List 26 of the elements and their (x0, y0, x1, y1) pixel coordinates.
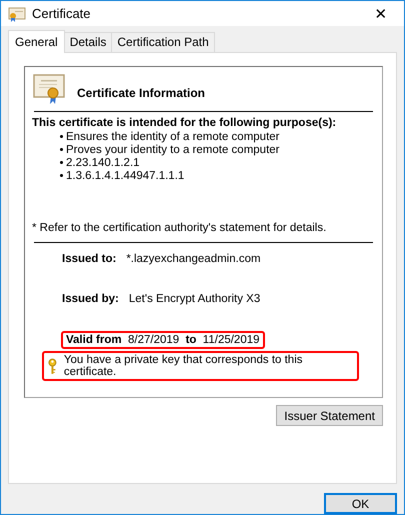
certificate-icon (33, 74, 65, 104)
purpose-item: Ensures the identity of a remote computer (66, 130, 280, 142)
bullet-icon (60, 148, 63, 151)
ok-button[interactable]: OK (324, 493, 397, 514)
note-text: * Refer to the certification authority's statement for details. (32, 222, 328, 234)
bullet-icon (60, 161, 63, 164)
issued-by-label: Issued by: (62, 293, 119, 305)
issued-to-label: Issued to: (62, 253, 116, 265)
purpose-item: Proves your identity to a remote computer (66, 144, 280, 156)
certificate-icon (8, 6, 26, 22)
issuer-statement-button[interactable]: Issuer Statement (276, 405, 383, 426)
close-button[interactable]: ✕ (358, 4, 404, 22)
purpose-item: 2.23.140.1.2.1 (66, 156, 140, 168)
info-title: Certificate Information (77, 85, 206, 100)
private-key-text: You have a private key that corresponds to this certificate. (64, 354, 304, 378)
purpose-heading: This certificate is intended for the following purpose(s): (32, 117, 338, 129)
key-icon (48, 358, 57, 374)
window-title: Certificate (32, 6, 92, 21)
validity-period: Valid from 8/27/2019 to 11/25/2019 (61, 331, 265, 349)
issued-by-value: Let's Encrypt Authority X3 (128, 293, 260, 305)
purpose-item: 1.3.6.1.4.1.44947.1.1.1 (66, 170, 184, 182)
bullet-icon (60, 174, 63, 177)
issued-to-value: *.lazyexchangeadmin.com (126, 253, 261, 265)
bullet-icon (60, 135, 63, 138)
tab[interactable]: Certification Path (111, 32, 215, 52)
tab[interactable]: General (8, 30, 65, 53)
